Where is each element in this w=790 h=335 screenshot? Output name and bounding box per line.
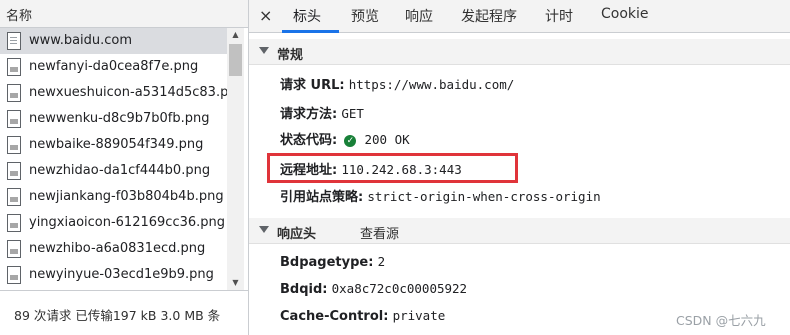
network-summary-text: 89 次请求 已传输197 kB 3.0 MB 条 (14, 308, 221, 323)
response-header-row: Cache-Control: private (280, 308, 445, 324)
response-header-row: Bdqid: 0xa8c72c0c00005922 (280, 281, 467, 297)
image-file-icon (7, 58, 21, 76)
tab-cookies[interactable]: Cookie (601, 6, 649, 22)
remote-address-highlight-box (267, 153, 518, 183)
request-method-value: GET (341, 106, 364, 121)
request-name: newbaike-889054f349.png (29, 137, 204, 152)
image-file-icon (7, 188, 21, 206)
image-file-icon (7, 266, 21, 284)
referrer-policy-value: strict-origin-when-cross-origin (367, 189, 601, 204)
request-name: www.baidu.com (29, 33, 133, 48)
request-name: newzhibo-a6a0831ecd.png (29, 241, 206, 256)
request-method-label: 请求方法: (280, 107, 338, 122)
view-source-link[interactable]: 查看源 (360, 223, 399, 242)
request-name: newfanyi-da0cea8f7e.png (29, 59, 199, 74)
response-headers-section-header[interactable]: 响应头 查看源 (249, 218, 790, 244)
image-file-icon (7, 136, 21, 154)
name-column-header[interactable]: 名称 (0, 0, 248, 28)
response-header-value: 2 (377, 254, 386, 269)
request-list-item[interactable]: newwenku-d8c9b7b0fb.png (0, 106, 227, 132)
request-list-item[interactable]: newxueshuicon-a5314d5c83.p (0, 80, 227, 106)
tab-timing[interactable]: 计时 (545, 6, 573, 26)
general-section-title: 常规 (277, 48, 304, 63)
collapse-triangle-icon[interactable] (259, 226, 269, 233)
active-tab-indicator (282, 30, 339, 33)
image-file-icon (7, 84, 21, 102)
image-file-icon (7, 162, 21, 180)
scrollbar-thumb[interactable] (229, 44, 242, 76)
response-header-key: Bdqid: (280, 282, 328, 297)
request-url-value: https://www.baidu.com/ (348, 77, 515, 92)
status-code-row: 状态代码: ✓ 200 OK (280, 129, 410, 148)
referrer-policy-row: 引用站点策略: strict-origin-when-cross-origin (280, 186, 601, 205)
response-header-row: Bdpagetype: 2 (280, 254, 385, 270)
response-header-value: private (392, 308, 446, 323)
request-list-scrollbar[interactable]: ▲ ▼ (227, 28, 244, 290)
watermark: CSDN @七六九 (676, 313, 766, 328)
request-list: www.baidu.com newfanyi-da0cea8f7e.png newx… (0, 28, 227, 290)
request-list-item[interactable]: newzhibo-a6a0831ecd.png (0, 236, 227, 262)
scroll-up-icon[interactable]: ▲ (227, 28, 244, 42)
status-code-label: 状态代码: (280, 133, 338, 148)
request-name: newjiankang-f03b804b4b.png (29, 189, 224, 204)
detail-tab-bar: × 标头 预览 响应 发起程序 计时 Cookie (249, 0, 790, 33)
tab-initiator[interactable]: 发起程序 (461, 6, 517, 26)
response-headers-title: 响应头 (277, 227, 317, 242)
referrer-policy-label: 引用站点策略: (280, 190, 364, 205)
request-method-row: 请求方法: GET (280, 103, 364, 122)
request-list-item[interactable]: yingxiaoicon-612169cc36.png (0, 210, 227, 236)
response-header-key: Cache-Control: (280, 309, 389, 324)
request-name: newzhidao-da1cf444b0.png (29, 163, 211, 178)
general-section-header[interactable]: 常规 (249, 39, 790, 65)
request-list-item[interactable]: newfanyi-da0cea8f7e.png (0, 54, 227, 80)
request-name: newyinyue-03ecd1e9b9.png (29, 267, 214, 282)
scroll-down-icon[interactable]: ▼ (227, 276, 244, 290)
status-code-value: 200 OK (364, 132, 410, 147)
request-name: newwenku-d8c9b7b0fb.png (29, 111, 210, 126)
request-name: yingxiaoicon-612169cc36.png (29, 215, 226, 230)
document-icon (7, 32, 21, 50)
request-list-item[interactable]: newyinyue-03ecd1e9b9.png (0, 262, 227, 288)
response-header-key: Bdpagetype: (280, 255, 374, 270)
name-column-label: 名称 (6, 9, 33, 24)
tab-response[interactable]: 响应 (405, 6, 433, 26)
status-ok-icon: ✓ (344, 135, 357, 147)
image-file-icon (7, 240, 21, 258)
tab-headers[interactable]: 标头 (293, 6, 321, 26)
response-header-value: 0xa8c72c0c00005922 (331, 281, 468, 296)
request-list-item[interactable]: newjiankang-f03b804b4b.png (0, 184, 227, 210)
image-file-icon (7, 110, 21, 128)
request-url-label: 请求 URL: (280, 78, 345, 93)
request-list-item[interactable]: newbaike-889054f349.png (0, 132, 227, 158)
network-summary-bar: 89 次请求 已传输197 kB 3.0 MB 条 (0, 290, 248, 335)
close-icon[interactable]: × (259, 6, 272, 25)
image-file-icon (7, 214, 21, 232)
tab-preview[interactable]: 预览 (351, 6, 379, 26)
request-name: newxueshuicon-a5314d5c83.p (29, 85, 227, 100)
request-list-item[interactable]: www.baidu.com (0, 28, 227, 54)
request-list-panel: 名称 www.baidu.com newfanyi-da0cea8f7e.png n… (0, 0, 248, 335)
request-url-row: 请求 URL: https://www.baidu.com/ (280, 74, 514, 93)
request-list-item[interactable]: newzhidao-da1cf444b0.png (0, 158, 227, 184)
collapse-triangle-icon[interactable] (259, 47, 269, 54)
